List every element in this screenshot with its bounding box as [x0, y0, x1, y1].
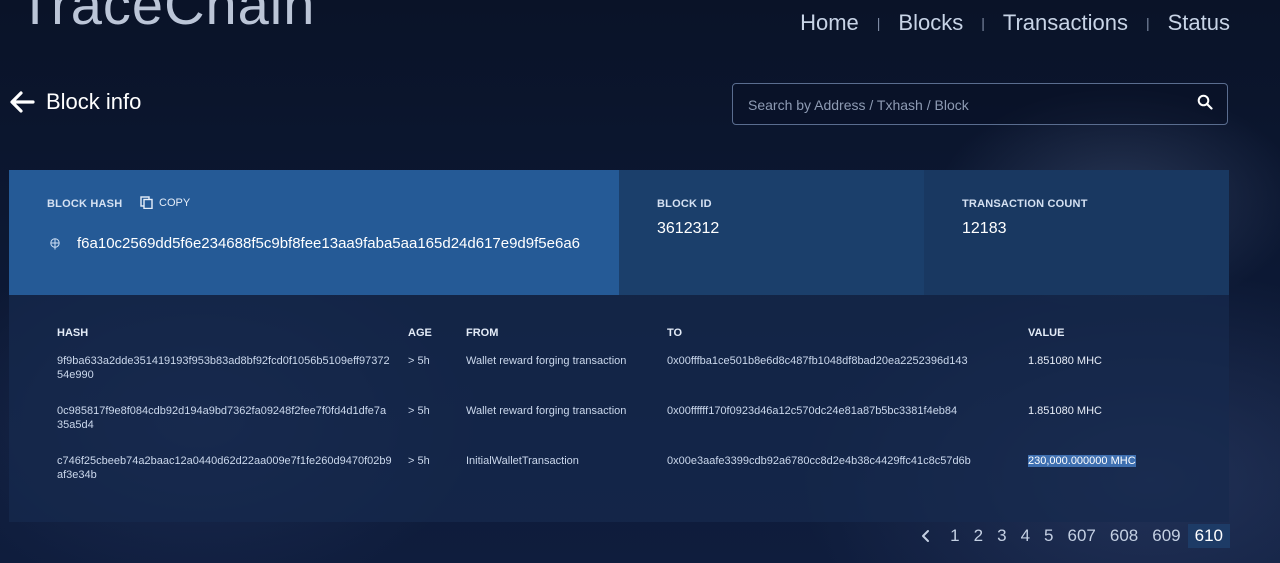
column-header-age: AGE — [408, 327, 432, 339]
copy-button[interactable]: COPY — [140, 196, 190, 209]
transaction-count-card: TRANSACTION COUNT 12183 — [924, 170, 1229, 295]
tx-hash-link[interactable]: 0c985817f9e8f084cdb92d194a9bd7362fa09248… — [57, 404, 392, 432]
column-header-hash: HASH — [57, 327, 89, 339]
block-info-panel: BLOCK HASH COPY f6a10c2569dd5f6e234688f5… — [9, 170, 1229, 295]
block-id-card: BLOCK ID 3612312 — [619, 170, 924, 295]
page-title: Block info — [46, 89, 142, 114]
tx-from-link[interactable]: InitialWalletTransaction — [466, 454, 579, 468]
column-header-from: FROM — [466, 327, 499, 339]
tx-to-link[interactable]: 0x00fffba1ce501b8e6d8c487fb1048df8bad20e… — [667, 354, 968, 368]
page-609[interactable]: 609 — [1145, 524, 1187, 548]
page-5[interactable]: 5 — [1037, 524, 1060, 548]
nav-separator: | — [1145, 15, 1150, 31]
app-logo[interactable]: TraceChain — [18, 0, 315, 37]
page-3[interactable]: 3 — [990, 524, 1013, 548]
tx-value: 1.851080 MHC — [1028, 355, 1102, 367]
search-input[interactable] — [733, 84, 1190, 126]
hash-icon — [50, 238, 60, 250]
selected-value-text: 230,000.000000 MHC — [1028, 455, 1136, 467]
nav-separator: | — [981, 15, 985, 31]
back-navigation: Block info — [8, 88, 141, 116]
tx-to-link[interactable]: 0x00ffffff170f0923d46a12c570dc24e81a87b5… — [667, 404, 957, 418]
search-box — [732, 83, 1228, 126]
block-hash-value: f6a10c2569dd5f6e234688f5c9bf8fee13aa9fab… — [77, 235, 580, 252]
block-id-value: 3612312 — [657, 220, 720, 237]
tx-from-link[interactable]: Wallet reward forging transaction — [466, 354, 626, 368]
block-id-label: BLOCK ID — [657, 198, 712, 210]
page-610-current[interactable]: 610 — [1187, 524, 1230, 548]
copy-icon — [140, 196, 153, 209]
nav-blocks[interactable]: Blocks — [898, 10, 963, 36]
tx-hash-link[interactable]: c746f25cbeeb74a2baac12a0440d62d22aa009e7… — [57, 454, 392, 482]
tx-age: > 5h — [408, 405, 430, 417]
nav-home[interactable]: Home — [800, 10, 859, 36]
page-608[interactable]: 608 — [1103, 524, 1145, 548]
back-arrow-icon[interactable] — [8, 88, 36, 116]
tx-value: 230,000.000000 MHC — [1028, 454, 1136, 468]
transaction-count-label: TRANSACTION COUNT — [962, 198, 1088, 210]
table-row: 9f9ba633a2dde351419193f953b83ad8bf92fcd0… — [9, 354, 1229, 394]
table-row: 0c985817f9e8f084cdb92d194a9bd7362fa09248… — [9, 404, 1229, 444]
chevron-left-icon[interactable] — [919, 529, 933, 543]
page-4[interactable]: 4 — [1014, 524, 1037, 548]
column-header-value: VALUE — [1028, 327, 1065, 339]
tx-from-link[interactable]: Wallet reward forging transaction — [466, 404, 626, 418]
main-nav: Home | Blocks | Transactions | Status — [800, 10, 1230, 36]
tx-age: > 5h — [408, 455, 430, 467]
nav-status[interactable]: Status — [1168, 10, 1230, 36]
tx-hash-link[interactable]: 9f9ba633a2dde351419193f953b83ad8bf92fcd0… — [57, 354, 392, 382]
transaction-count-value: 12183 — [962, 220, 1007, 237]
page-2[interactable]: 2 — [967, 524, 990, 548]
block-hash-label: BLOCK HASH — [47, 198, 123, 210]
tx-age: > 5h — [408, 355, 430, 367]
copy-label: COPY — [159, 196, 191, 209]
pagination: 1 2 3 4 5 607 608 609 610 — [919, 523, 1230, 549]
transactions-table: HASH AGE FROM TO VALUE 9f9ba633a2dde3514… — [9, 295, 1229, 522]
table-row: c746f25cbeeb74a2baac12a0440d62d22aa009e7… — [9, 454, 1229, 494]
block-hash-card: BLOCK HASH COPY f6a10c2569dd5f6e234688f5… — [9, 170, 619, 295]
tx-to-link[interactable]: 0x00e3aafe3399cdb92a6780cc8d2e4b38c4429f… — [667, 454, 971, 468]
nav-separator: | — [876, 15, 881, 31]
nav-transactions[interactable]: Transactions — [1003, 10, 1128, 36]
search-icon[interactable] — [1197, 94, 1213, 110]
tx-value: 1.851080 MHC — [1028, 405, 1102, 417]
column-header-to: TO — [667, 327, 683, 339]
page-607[interactable]: 607 — [1061, 524, 1103, 548]
page-1[interactable]: 1 — [943, 524, 966, 548]
